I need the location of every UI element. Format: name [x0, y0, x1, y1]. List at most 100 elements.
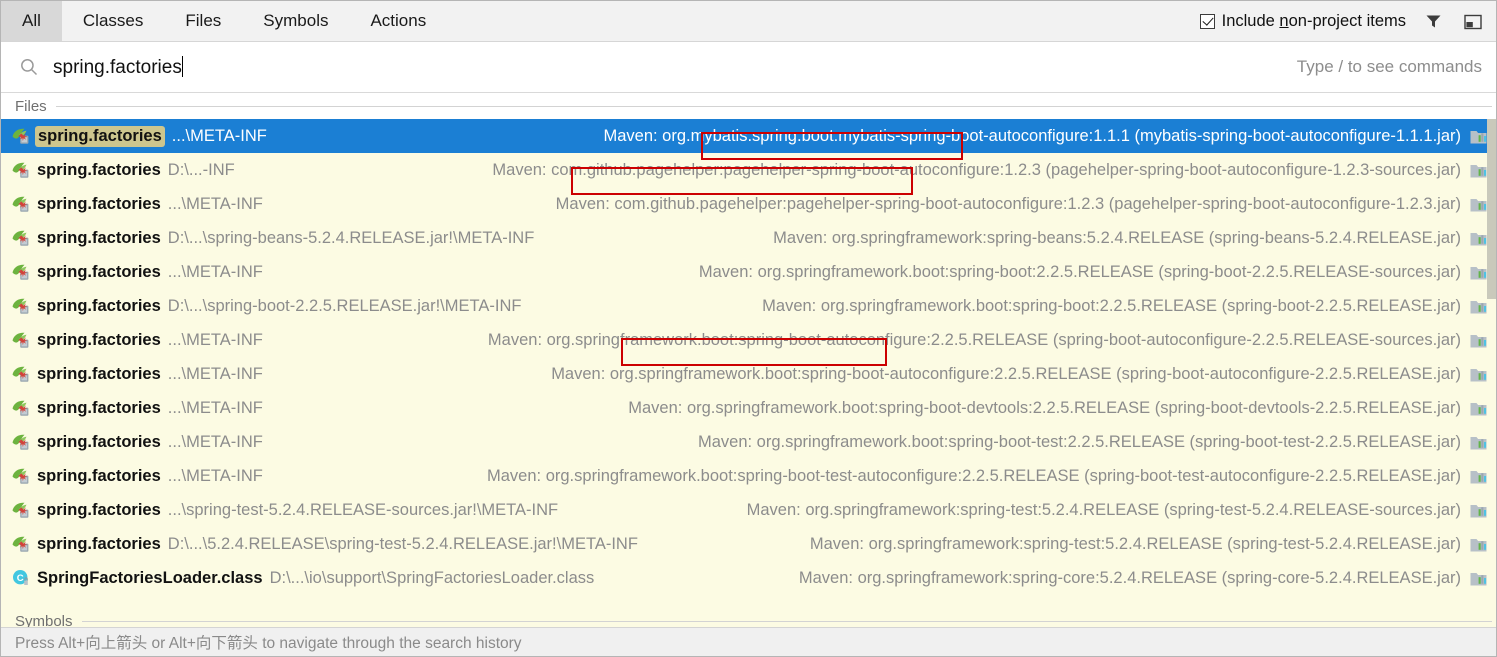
tab-all[interactable]: All — [1, 1, 62, 41]
status-bar-text: Press Alt+向上箭头 or Alt+向下箭头 to navigate t… — [15, 635, 522, 652]
search-input-value: spring.factories — [53, 56, 182, 78]
search-bar[interactable]: spring.factories Type / to see commands — [1, 42, 1496, 93]
library-jar-icon — [1469, 229, 1488, 248]
result-file-path: D:\...\spring-boot-2.2.5.RELEASE.jar!\ME… — [167, 296, 522, 315]
table-row[interactable]: spring.factories ...\META-INF Maven: org.s… — [1, 425, 1496, 459]
preview-panel-icon[interactable] — [1460, 8, 1486, 34]
tab-classes-label: Classes — [82, 11, 144, 30]
table-row[interactable]: spring.factories ...\META-INF Maven: org.m… — [1, 119, 1496, 153]
result-maven-coordinate: Maven: org.springframework.boot:spring-b… — [551, 364, 1461, 383]
spring-factories-file-icon — [11, 160, 31, 180]
result-file-path: ...\META-INF — [167, 364, 263, 383]
result-file-name: spring.factories — [37, 534, 161, 553]
filter-icon[interactable] — [1420, 8, 1446, 34]
result-maven-coordinate: Maven: com.github.pagehelper:pagehelper-… — [492, 160, 1461, 179]
spring-factories-file-icon — [11, 296, 31, 316]
include-non-project-items-checkbox[interactable]: Include non-project items — [1199, 12, 1406, 31]
tab-actions[interactable]: Actions — [349, 1, 447, 41]
tab-bar: All Classes Files Symbols Actions Includ… — [1, 1, 1496, 42]
text-caret — [181, 55, 184, 77]
result-rows: spring.factories ...\META-INF Maven: org.m… — [1, 119, 1496, 595]
table-row[interactable]: spring.factories D:\...\spring-boot-2.2.5… — [1, 289, 1496, 323]
result-file-name: spring.factories — [37, 364, 161, 383]
library-jar-icon — [1469, 569, 1488, 588]
result-file-name: spring.factories — [37, 330, 161, 349]
spring-factories-file-icon — [11, 194, 31, 214]
table-row[interactable]: spring.factories ...\META-INF Maven: org.s… — [1, 357, 1496, 391]
include-non-project-items-label: Include non-project items — [1222, 12, 1406, 31]
result-file-path: ...\META-INF — [167, 432, 263, 451]
tab-bar-actions: Include non-project items — [1199, 1, 1496, 41]
spring-factories-file-icon — [11, 466, 31, 486]
result-maven-coordinate: Maven: org.mybatis.spring.boot:mybatis-s… — [603, 126, 1461, 145]
table-row[interactable]: spring.factories D:\...\spring-beans-5.2.… — [1, 221, 1496, 255]
table-row[interactable]: spring.factories D:\...\5.2.4.RELEASE\spr… — [1, 527, 1496, 561]
result-file-path: ...\META-INF — [167, 330, 263, 349]
table-row[interactable]: spring.factories ...\spring-test-5.2.4.RE… — [1, 493, 1496, 527]
result-file-name: spring.factories — [37, 160, 161, 179]
tab-actions-label: Actions — [370, 11, 427, 30]
tab-symbols[interactable]: Symbols — [242, 1, 349, 41]
table-row[interactable]: spring.factories ...\META-INF Maven: org.s… — [1, 323, 1496, 357]
result-file-path: ...\META-INF — [167, 194, 263, 213]
library-jar-icon — [1469, 331, 1488, 350]
library-jar-icon — [1469, 263, 1488, 282]
result-file-path: D:\...-INF — [167, 160, 235, 179]
result-maven-coordinate: Maven: org.springframework.boot:spring-b… — [487, 330, 1461, 349]
result-maven-coordinate: Maven: org.springframework.boot:spring-b… — [697, 432, 1461, 451]
library-jar-icon — [1469, 501, 1488, 520]
result-maven-coordinate: Maven: org.springframework:spring-beans:… — [773, 228, 1461, 247]
chk-prefix: Include — [1221, 11, 1280, 30]
spring-factories-file-icon — [11, 398, 31, 418]
result-maven-coordinate: Maven: org.springframework.boot:spring-b… — [487, 466, 1461, 485]
results-scrollbar-thumb[interactable] — [1487, 119, 1496, 299]
spring-factories-file-icon — [11, 330, 31, 350]
group-header-files: Files — [1, 93, 1496, 119]
table-row[interactable]: spring.factories ...\META-INF Maven: org.s… — [1, 255, 1496, 289]
checkbox-box — [1199, 13, 1215, 29]
result-file-name: spring.factories — [37, 194, 161, 213]
result-file-name: spring.factories — [37, 398, 161, 417]
table-row[interactable]: C SpringFactoriesLoader.class D:\...\io\su… — [1, 561, 1496, 595]
result-file-name: spring.factories — [37, 500, 161, 519]
result-file-name: spring.factories — [37, 296, 161, 315]
library-jar-icon — [1469, 297, 1488, 316]
result-file-path: ...\META-INF — [167, 466, 263, 485]
tab-classes[interactable]: Classes — [62, 1, 164, 41]
library-jar-icon — [1469, 535, 1488, 554]
tab-all-label: All — [22, 11, 41, 30]
group-header-files-rule — [55, 105, 1492, 107]
library-jar-icon — [1469, 161, 1488, 180]
result-file-path: ...\META-INF — [167, 398, 263, 417]
search-input[interactable]: spring.factories — [53, 55, 184, 79]
results-scrollbar[interactable] — [1487, 93, 1496, 609]
tab-files[interactable]: Files — [164, 1, 242, 41]
result-file-name: SpringFactoriesLoader.class — [37, 568, 263, 587]
table-row[interactable]: spring.factories D:\...-INF Maven: com.git… — [1, 153, 1496, 187]
tab-symbols-label: Symbols — [263, 11, 329, 30]
status-bar: Press Alt+向上箭头 or Alt+向下箭头 to navigate t… — [1, 627, 1496, 656]
search-everywhere-dialog: All Classes Files Symbols Actions Includ… — [0, 0, 1497, 657]
result-file-path: ...\spring-test-5.2.4.RELEASE-sources.ja… — [167, 500, 559, 519]
result-file-name: spring.factories — [35, 125, 165, 147]
results-list[interactable]: Files spring.factories ...\META-INF Maven:… — [1, 93, 1496, 609]
svg-text:C: C — [17, 573, 24, 584]
result-file-path: D:\...\5.2.4.RELEASE\spring-test-5.2.4.R… — [167, 534, 638, 553]
group-header-files-label: Files — [15, 97, 47, 115]
search-icon — [19, 57, 47, 77]
result-maven-coordinate: Maven: com.github.pagehelper:pagehelper-… — [555, 194, 1461, 213]
chk-mnemonic: n — [1279, 11, 1289, 30]
tab-files-label: Files — [185, 11, 222, 30]
class-file-icon: C — [11, 568, 31, 588]
result-file-name: spring.factories — [37, 228, 161, 247]
table-row[interactable]: spring.factories ...\META-INF Maven: com.g… — [1, 187, 1496, 221]
library-jar-icon — [1469, 433, 1488, 452]
table-row[interactable]: spring.factories ...\META-INF Maven: org.s… — [1, 391, 1496, 425]
result-file-name: spring.factories — [37, 466, 161, 485]
result-file-name: spring.factories — [37, 432, 161, 451]
result-file-path: D:\...\io\support\SpringFactoriesLoader.… — [269, 568, 595, 587]
library-jar-icon — [1469, 127, 1488, 146]
chk-suffix: on-project items — [1288, 11, 1406, 30]
table-row[interactable]: spring.factories ...\META-INF Maven: org.s… — [1, 459, 1496, 493]
spring-factories-file-icon — [11, 364, 31, 384]
